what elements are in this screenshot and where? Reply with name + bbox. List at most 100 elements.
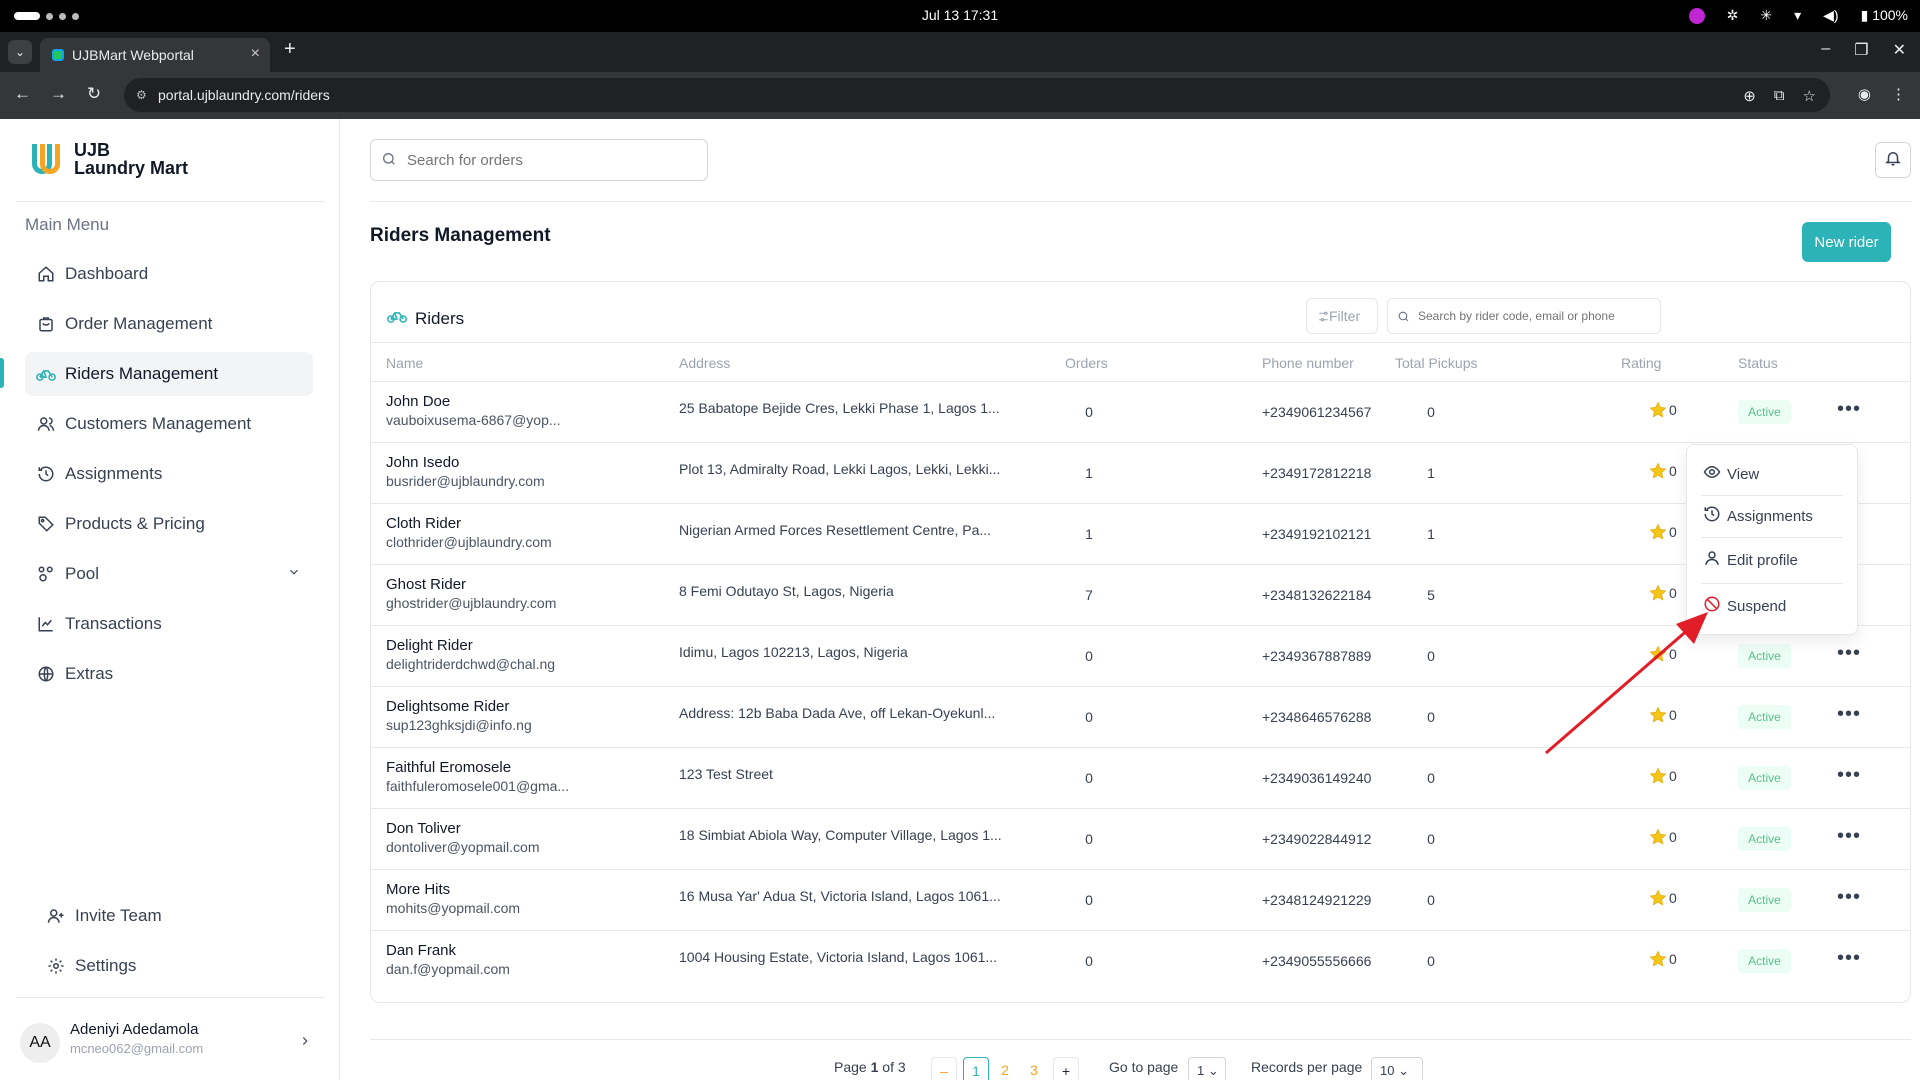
site-info-icon[interactable]: ⚙ [136,88,147,102]
rider-search-input[interactable] [1387,298,1661,334]
col-total-pickups[interactable]: Total Pickups [1395,355,1477,371]
app-root: UJB Laundry Mart Main Menu Dashboard Orde… [0,119,1920,1080]
sidebar-item-settings[interactable]: Settings [25,944,313,988]
table-row[interactable]: Delight Rider delightriderdchwd@chal.ng Id… [371,626,1910,687]
install-app-icon[interactable]: ⧉ [1774,87,1785,105]
zoom-icon[interactable]: ⊕ [1743,87,1756,105]
profile-icon[interactable]: ◉ [1858,85,1871,103]
menu-item-assignments[interactable]: Assignments [1701,497,1843,535]
bicycle-icon [387,308,407,329]
table-row[interactable]: John Isedo busrider@ujblaundry.com Plot 13… [371,443,1910,504]
brand-line2: Laundry Mart [74,158,189,178]
sidebar-item-customers[interactable]: Customers Management [25,402,313,446]
close-window-icon[interactable]: ✕ [1893,40,1906,60]
col-address[interactable]: Address [679,355,730,371]
page-button-2[interactable]: 2 [992,1057,1018,1080]
favicon-icon [52,49,64,61]
sidebar-item-label: Dashboard [65,264,149,283]
search-orders-input[interactable] [370,139,708,181]
address-bar[interactable]: ⚙ portal.ujblaundry.com/riders ⊕ ⧉ ☆ [124,78,1830,112]
rider-rating: 0 [1649,706,1677,724]
table-row[interactable]: Dan Frank dan.f@yopmail.com 1004 Housing E… [371,931,1910,992]
star-icon [1649,645,1667,662]
menu-item-suspend[interactable]: Suspend [1701,587,1843,625]
back-icon[interactable]: ← [14,84,31,104]
prev-page-button[interactable]: – [931,1057,957,1080]
status-badge: Active [1738,705,1791,729]
sidebar-item-extras[interactable]: Extras [25,652,313,696]
os-status-area[interactable]: ✲ ✳ ▾ ◀) ▮ 100% [1688,7,1908,24]
col-name[interactable]: Name [386,355,423,371]
go-to-page-select[interactable]: 1 ⌄ [1188,1057,1226,1080]
more-actions-icon[interactable]: ••• [1837,764,1861,787]
sidebar-item-riders[interactable]: Riders Management [25,352,313,396]
more-actions-icon[interactable]: ••• [1837,398,1861,421]
chevron-right-icon[interactable] [298,1033,312,1054]
table-row[interactable]: John Doe vauboixusema-6867@yop... 25 Babat… [371,382,1910,443]
maximize-icon[interactable]: ❐ [1854,40,1868,60]
menu-item-edit-profile[interactable]: Edit profile [1701,541,1843,579]
col-orders[interactable]: Orders [1065,355,1108,371]
table-row[interactable]: More Hits mohits@yopmail.com 16 Musa Yar' … [371,870,1910,931]
page-button-1[interactable]: 1 [963,1057,989,1080]
user-profile-card[interactable]: AA Adeniyi Adedamola mcneo062@gmail.com [20,1017,320,1077]
star-icon [1649,706,1667,723]
reload-icon[interactable]: ↻ [86,84,102,104]
home-icon [35,263,57,285]
sidebar-item-invite-team[interactable]: Invite Team [25,894,313,938]
sidebar-item-pool[interactable]: Pool [25,552,313,596]
col-phone[interactable]: Phone number [1262,355,1354,371]
rider-address: 18 Simbiat Abiola Way, Computer Village,… [679,827,1002,843]
rider-name: Dan Frank [386,942,457,959]
col-rating[interactable]: Rating [1621,355,1661,371]
rider-pickups: 1 [1427,465,1435,481]
browser-menu-icon[interactable]: ⋮ [1891,85,1906,103]
rider-name: More Hits [386,881,451,898]
menu-item-view[interactable]: View [1701,455,1843,493]
sidebar-item-orders[interactable]: Order Management [25,302,313,346]
browser-tab[interactable]: UJBMart Webportal × [40,38,270,72]
records-per-page-select[interactable]: 10 ⌄ [1371,1057,1423,1080]
more-actions-icon[interactable]: ••• [1837,886,1861,909]
more-actions-icon[interactable]: ••• [1837,703,1861,726]
rider-pickups: 1 [1427,526,1435,542]
minimize-icon[interactable]: – [1821,40,1830,60]
sidebar-item-transactions[interactable]: Transactions [25,602,313,646]
more-actions-icon[interactable]: ••• [1837,642,1861,665]
brand-logo[interactable]: UJB Laundry Mart [32,141,188,177]
os-clock[interactable]: Jul 13 17:31 [0,7,1920,23]
rider-phone: +2349022844912 [1262,831,1372,847]
page-button-3[interactable]: 3 [1021,1057,1047,1080]
sidebar-item-products[interactable]: Products & Pricing [25,502,313,546]
sidebar-item-dashboard[interactable]: Dashboard [25,252,313,296]
more-actions-icon[interactable]: ••• [1837,947,1861,970]
table-row[interactable]: Faithful Eromosele faithfuleromosele001@g… [371,748,1910,809]
ban-icon [1703,595,1721,617]
rider-phone: +2349036149240 [1262,770,1372,786]
notifications-button[interactable] [1875,142,1911,178]
search-icon [381,151,397,172]
status-badge: Active [1738,400,1791,424]
new-rider-button[interactable]: New rider [1802,222,1891,262]
rider-orders: 1 [1085,526,1093,542]
col-status[interactable]: Status [1738,355,1778,371]
table-row[interactable]: Cloth Rider clothrider@ujblaundry.com Nige… [371,504,1910,565]
close-tab-icon[interactable]: × [251,45,260,63]
table-row[interactable]: Don Toliver dontoliver@yopmail.com 18 Simb… [371,809,1910,870]
new-tab-button[interactable]: + [284,38,296,61]
status-badge: Active [1738,827,1791,851]
next-page-button[interactable]: + [1053,1057,1079,1080]
forward-icon[interactable]: → [50,84,67,104]
table-row[interactable]: Delightsome Rider sup123ghksjdi@info.ng Ad… [371,687,1910,748]
chevron-down-icon[interactable] [287,564,301,584]
chart-line-icon [35,613,57,635]
bookmark-star-icon[interactable]: ☆ [1803,87,1816,105]
sidebar-item-assignments[interactable]: Assignments [25,452,313,496]
table-row[interactable]: Ghost Rider ghostrider@ujblaundry.com 8 Fe… [371,565,1910,626]
rider-address: Address: 12b Baba Dada Ave, off Lekan-Oy… [679,705,996,721]
history-icon [1703,505,1721,527]
more-actions-icon[interactable]: ••• [1837,825,1861,848]
rider-email: clothrider@ujblaundry.com [386,534,552,550]
rider-name: John Doe [386,393,451,410]
tab-list-button[interactable]: ⌄ [8,40,32,64]
